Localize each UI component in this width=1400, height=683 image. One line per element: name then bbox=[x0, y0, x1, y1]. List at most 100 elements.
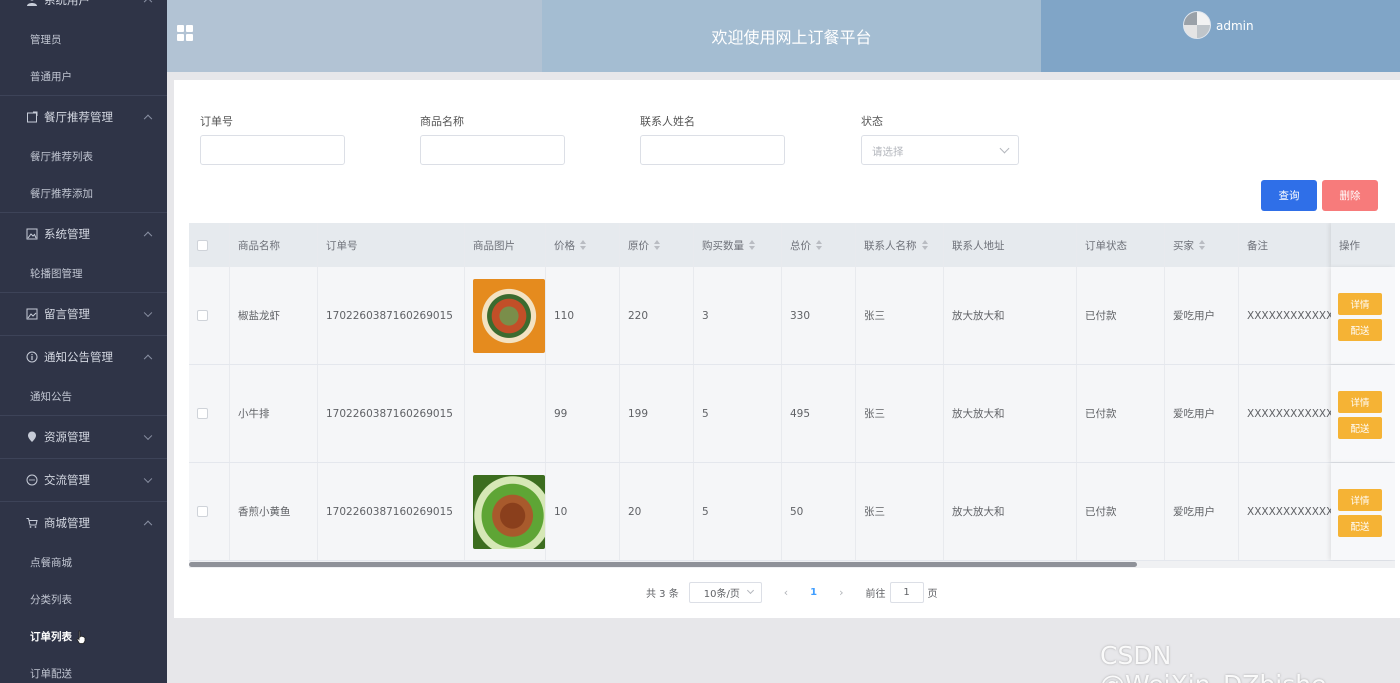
sidebar-item-restaurant-add[interactable]: 餐厅推荐添加 bbox=[0, 175, 167, 212]
sort-icon[interactable] bbox=[654, 240, 660, 250]
page-size-select[interactable]: 10条/页 bbox=[688, 582, 762, 603]
contact-name-field: 联系人姓名 bbox=[640, 113, 785, 165]
product-name-field: 商品名称 bbox=[420, 113, 565, 165]
cell-quantity: 3 bbox=[694, 267, 782, 364]
sidebar-group-notices: 通知公告管理 通知公告 bbox=[0, 336, 167, 416]
sidebar-item-orders[interactable]: 订单列表 bbox=[0, 618, 167, 655]
cell-actions: 详情 配送 bbox=[1331, 267, 1395, 364]
cell-buyer: 爱吃用户 bbox=[1165, 365, 1239, 462]
page-title: 欢迎使用网上订餐平台 bbox=[711, 28, 872, 47]
sidebar-group-label: 系统用户 bbox=[44, 0, 90, 7]
prev-page-button[interactable]: ‹ bbox=[784, 586, 788, 599]
contact-name-label: 联系人姓名 bbox=[640, 115, 695, 128]
row-checkbox[interactable] bbox=[197, 310, 208, 321]
cell-product-image bbox=[465, 463, 546, 560]
detail-button[interactable]: 详情 bbox=[1338, 391, 1382, 413]
sidebar-group-header-system[interactable]: 系统管理 bbox=[0, 213, 167, 255]
sort-icon[interactable] bbox=[816, 240, 822, 250]
message-icon bbox=[26, 308, 38, 320]
chevron-down-icon bbox=[746, 586, 754, 595]
horizontal-scrollbar[interactable] bbox=[189, 562, 1137, 567]
sort-icon[interactable] bbox=[580, 240, 586, 250]
sidebar-group-header-users[interactable]: 系统用户 bbox=[0, 0, 167, 21]
cell-remark: XXXXXXXXXXXXX bbox=[1239, 463, 1339, 560]
order-no-label: 订单号 bbox=[200, 115, 233, 128]
avatar[interactable] bbox=[1183, 11, 1211, 39]
col-quantity[interactable]: 购买数量 bbox=[694, 223, 782, 267]
select-all-checkbox[interactable] bbox=[197, 239, 208, 251]
cell-order-no: 1702260387160269015 bbox=[318, 267, 465, 364]
sidebar-item-categories[interactable]: 分类列表 bbox=[0, 581, 167, 618]
detail-button[interactable]: 详情 bbox=[1338, 489, 1382, 511]
cell-order-status: 已付款 bbox=[1077, 463, 1165, 560]
cart-icon bbox=[26, 517, 38, 529]
sidebar-group-header-shop[interactable]: 商城管理 bbox=[0, 502, 167, 544]
col-original-price[interactable]: 原价 bbox=[620, 223, 694, 267]
deliver-button[interactable]: 配送 bbox=[1338, 417, 1382, 439]
header-user: admin bbox=[1041, 0, 1400, 72]
col-total[interactable]: 总价 bbox=[782, 223, 856, 267]
sidebar-item-carousel[interactable]: 轮播图管理 bbox=[0, 255, 167, 292]
goto-page-input[interactable]: 1 bbox=[889, 582, 924, 603]
total-count: 共 3 条 bbox=[646, 589, 679, 600]
col-order-status: 订单状态 bbox=[1077, 223, 1165, 267]
detail-button[interactable]: 详情 bbox=[1338, 293, 1382, 315]
cell-actions: 详情 配送 bbox=[1331, 463, 1395, 560]
row-checkbox[interactable] bbox=[197, 506, 208, 517]
query-button[interactable]: 查询 bbox=[1261, 180, 1317, 211]
row-checkbox[interactable] bbox=[197, 408, 208, 419]
deliver-button[interactable]: 配送 bbox=[1338, 319, 1382, 341]
pagination: 共 3 条 10条/页 ‹ 1 › 前往 1 页 bbox=[646, 582, 938, 603]
sidebar-item-admin[interactable]: 管理员 bbox=[0, 21, 167, 58]
cell-product-name: 小牛排 bbox=[230, 365, 318, 462]
cell-order-no: 1702260387160269015 bbox=[318, 365, 465, 462]
sidebar-group-header-communication[interactable]: 交流管理 bbox=[0, 459, 167, 501]
next-page-button[interactable]: › bbox=[839, 586, 843, 599]
watermark: CSDN @WeiXin_DZbishe bbox=[1100, 641, 1326, 683]
sidebar-item-normal-users[interactable]: 普通用户 bbox=[0, 58, 167, 95]
page-number[interactable]: 1 bbox=[810, 587, 817, 598]
sidebar-group-header-resources[interactable]: 资源管理 bbox=[0, 416, 167, 458]
sidebar-group-label: 系统管理 bbox=[44, 227, 90, 241]
header-left bbox=[167, 0, 542, 72]
table-header: 商品名称 订单号 商品图片 价格 原价 购买数量 总价 联系人名称 联系人地址 … bbox=[189, 223, 1395, 267]
menu-grid-icon[interactable] bbox=[177, 25, 193, 41]
row-checkbox-cell bbox=[189, 365, 230, 462]
sidebar-group-label: 留言管理 bbox=[44, 307, 90, 321]
sidebar-group-label: 商城管理 bbox=[44, 516, 90, 530]
col-price[interactable]: 价格 bbox=[546, 223, 620, 267]
col-actions: 操作 bbox=[1331, 223, 1395, 267]
contact-name-input[interactable] bbox=[640, 135, 785, 165]
sidebar-item-notice[interactable]: 通知公告 bbox=[0, 378, 167, 415]
sidebar-item-delivery[interactable]: 订单配送 bbox=[0, 655, 167, 683]
status-select[interactable]: 请选择 bbox=[861, 135, 1019, 165]
cell-buyer: 爱吃用户 bbox=[1165, 267, 1239, 364]
col-remark: 备注 bbox=[1239, 223, 1339, 267]
cell-remark: XXXXXXXXXXXXX bbox=[1239, 365, 1339, 462]
goto-label: 前往 bbox=[865, 589, 886, 600]
order-no-input[interactable] bbox=[200, 135, 345, 165]
delete-button[interactable]: 删除 bbox=[1322, 180, 1378, 211]
col-contact-name[interactable]: 联系人名称 bbox=[856, 223, 944, 267]
sidebar-group-header-notices[interactable]: 通知公告管理 bbox=[0, 336, 167, 378]
sort-icon[interactable] bbox=[749, 240, 755, 250]
user-name[interactable]: admin bbox=[1216, 19, 1254, 33]
sidebar-group-header-messages[interactable]: 留言管理 bbox=[0, 293, 167, 335]
hand-cursor-icon bbox=[76, 630, 86, 644]
product-name-input[interactable] bbox=[420, 135, 565, 165]
sidebar-item-restaurant-list[interactable]: 餐厅推荐列表 bbox=[0, 138, 167, 175]
col-quantity-label: 购买数量 bbox=[702, 239, 744, 252]
sidebar-group-header-restaurant[interactable]: 餐厅推荐管理 bbox=[0, 96, 167, 138]
col-buyer[interactable]: 买家 bbox=[1165, 223, 1239, 267]
cell-order-status: 已付款 bbox=[1077, 365, 1165, 462]
sidebar-item-label: 订单列表 bbox=[30, 631, 72, 643]
cell-product-image bbox=[465, 365, 546, 462]
col-total-label: 总价 bbox=[790, 239, 811, 252]
sort-icon[interactable] bbox=[921, 240, 928, 250]
col-price-label: 价格 bbox=[554, 239, 575, 252]
top-header: 欢迎使用网上订餐平台 admin bbox=[167, 0, 1400, 72]
sort-icon[interactable] bbox=[1199, 240, 1205, 250]
sidebar-item-shop[interactable]: 点餐商城 bbox=[0, 544, 167, 581]
col-buyer-label: 买家 bbox=[1173, 239, 1194, 252]
deliver-button[interactable]: 配送 bbox=[1338, 515, 1382, 537]
